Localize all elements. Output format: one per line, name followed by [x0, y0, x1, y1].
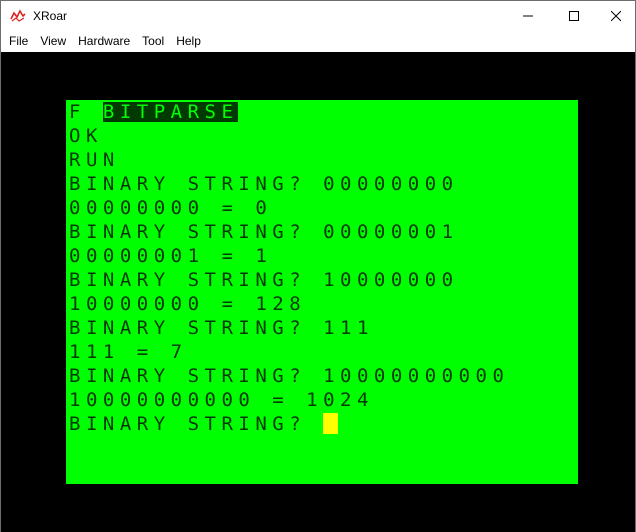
- menu-hardware[interactable]: Hardware: [71, 31, 135, 52]
- xroar-logo-icon: [10, 9, 26, 22]
- highlighted-filename: BITPARSE: [102, 101, 239, 123]
- screen-line-10: 111 = 7: [69, 341, 188, 363]
- emulator-display-area[interactable]: F BITPARSE OK RUN BINARY STRING? 0000000…: [1, 52, 635, 532]
- menu-tool[interactable]: Tool: [135, 31, 169, 52]
- screen-line-0: F BITPARSE: [66, 100, 578, 124]
- input-prompt: BINARY STRING?: [69, 413, 324, 435]
- text-cursor: [323, 413, 339, 434]
- xroar-window: XRoar File View Hardware Tool Help F BIT…: [0, 0, 636, 532]
- screen-line-2: RUN: [69, 149, 120, 171]
- maximize-button[interactable]: [551, 1, 597, 31]
- minimize-button[interactable]: [505, 1, 551, 31]
- screen-line-3: BINARY STRING? 00000000: [69, 173, 459, 195]
- close-icon: [611, 11, 621, 21]
- minimize-icon: [523, 15, 533, 17]
- menu-file[interactable]: File: [1, 31, 33, 52]
- close-button[interactable]: [597, 1, 635, 31]
- maximize-icon: [569, 11, 579, 21]
- screen-line-4: 00000000 = 0: [69, 197, 273, 219]
- window-title: XRoar: [33, 9, 68, 23]
- screen-line-9: BINARY STRING? 111: [69, 317, 374, 339]
- command-prefix: F: [69, 101, 103, 123]
- emulated-screen[interactable]: F BITPARSE OK RUN BINARY STRING? 0000000…: [66, 100, 578, 484]
- menu-bar: File View Hardware Tool Help: [1, 31, 635, 52]
- screen-line-7: BINARY STRING? 10000000: [69, 269, 459, 291]
- screen-line-13: BINARY STRING?: [66, 412, 578, 436]
- screen-line-5: BINARY STRING? 00000001: [69, 221, 459, 243]
- screen-line-1: OK: [69, 125, 103, 147]
- menu-help[interactable]: Help: [169, 31, 206, 52]
- screen-line-11: BINARY STRING? 10000000000: [69, 365, 510, 387]
- screen-line-12: 10000000000 = 1024: [69, 389, 374, 411]
- screen-line-8: 10000000 = 128: [69, 293, 307, 315]
- screen-line-6: 00000001 = 1: [69, 245, 273, 267]
- title-bar[interactable]: XRoar: [1, 1, 635, 31]
- menu-view[interactable]: View: [33, 31, 71, 52]
